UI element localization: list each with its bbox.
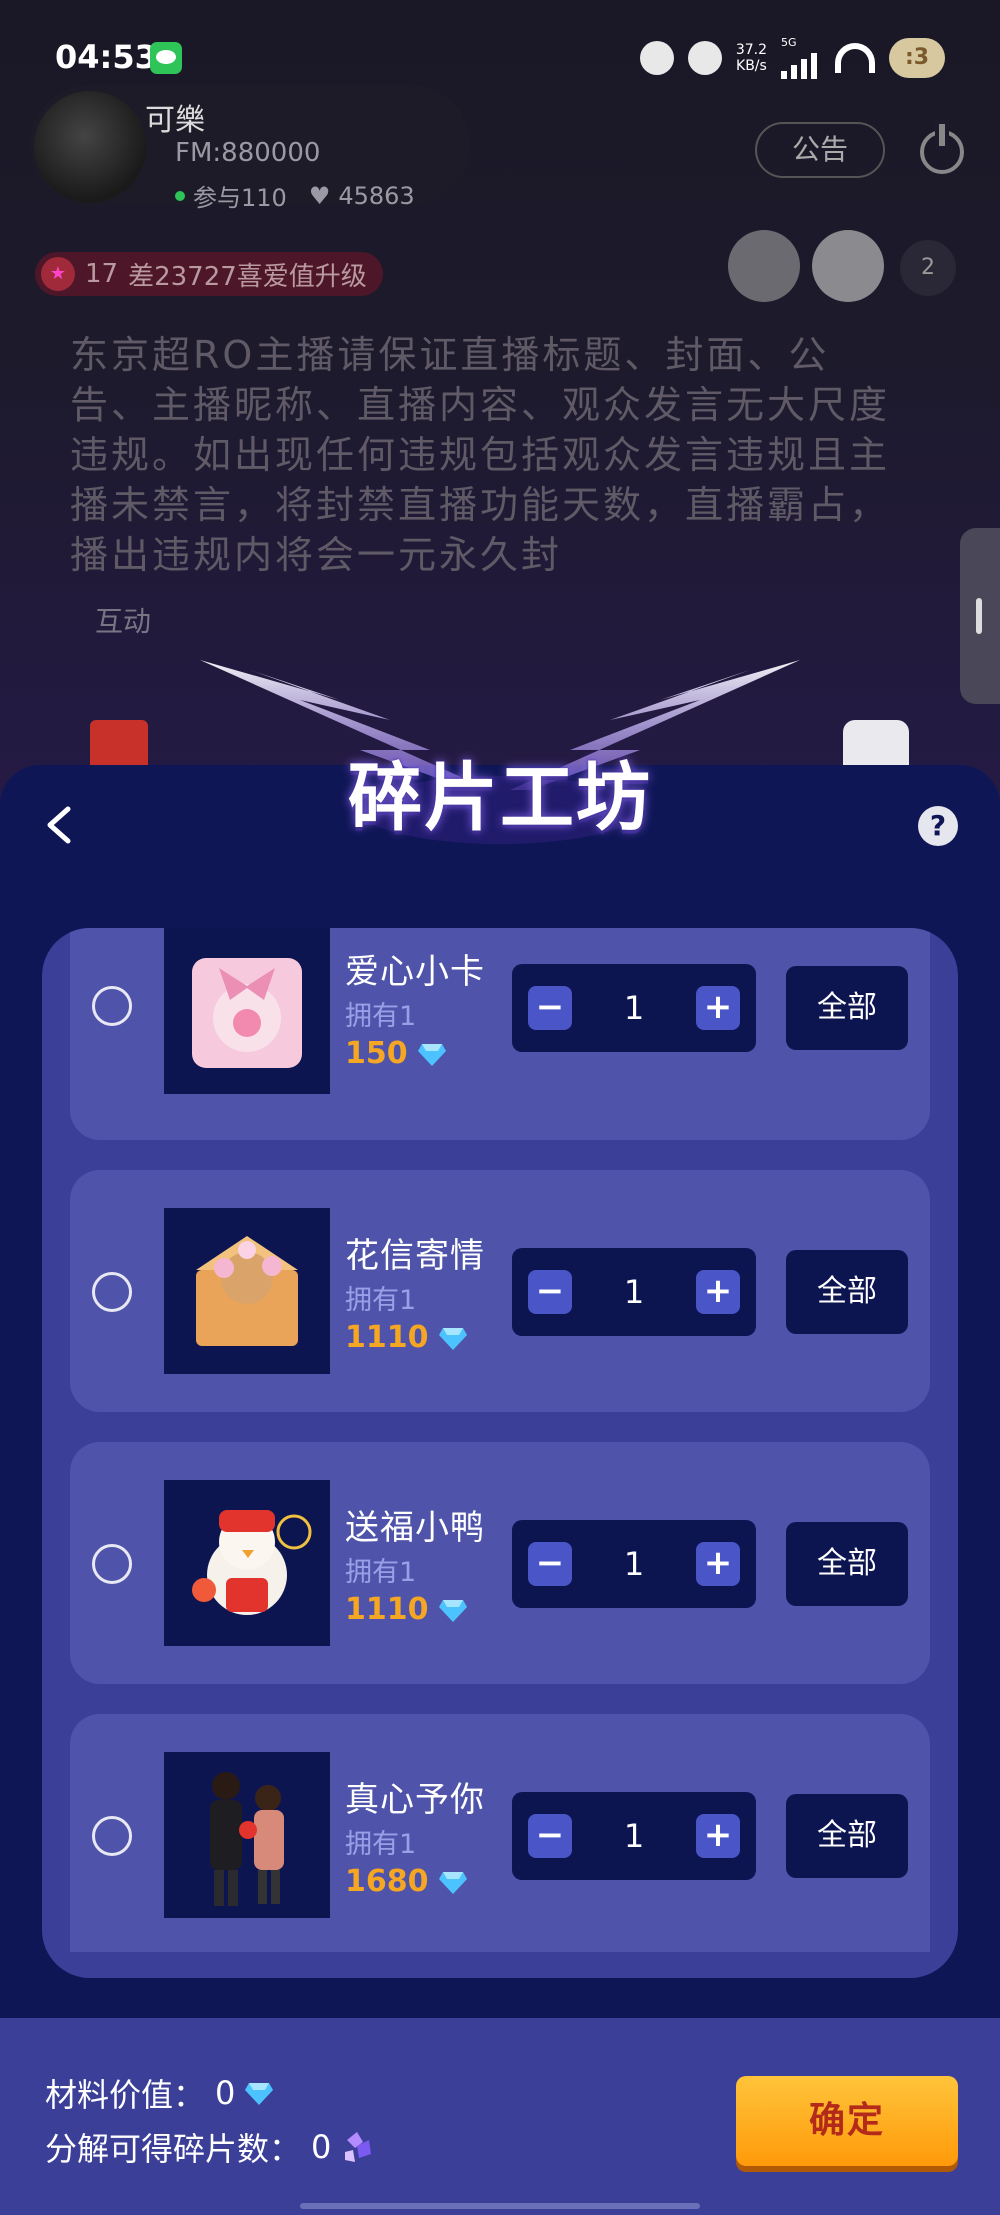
help-icon[interactable]: ? bbox=[918, 806, 958, 846]
item-name: 爱心小卡 bbox=[345, 952, 485, 992]
host-stats: 参与110 ♥ 45863 bbox=[175, 178, 415, 213]
list-item[interactable]: 送福小鸭 拥有1 1110 − 1 + 全部 bbox=[70, 1442, 930, 1684]
diamond-icon bbox=[417, 1043, 446, 1066]
interact-label: 互动 bbox=[95, 605, 152, 638]
list-item[interactable]: 花信寄情 拥有1 1110 − 1 + 全部 bbox=[70, 1170, 930, 1412]
item-name: 花信寄情 bbox=[345, 1236, 485, 1276]
shard-icon bbox=[345, 2132, 372, 2162]
network-speed: 37.2 KB/s bbox=[735, 41, 767, 74]
level-progress-bar[interactable]: ★ 17 差23727喜爱值升级 bbox=[35, 252, 383, 296]
status-icons: 37.2 KB/s 5G :3 bbox=[639, 36, 945, 79]
item-name: 送福小鸭 bbox=[345, 1508, 485, 1548]
diamond-icon bbox=[438, 1871, 467, 1894]
panel-title: 碎片工坊 bbox=[348, 755, 652, 841]
item-price: 150 bbox=[345, 1036, 446, 1071]
quantity-value: 1 bbox=[623, 1817, 645, 1855]
increase-button[interactable]: + bbox=[696, 1542, 740, 1586]
increase-button[interactable]: + bbox=[696, 1814, 740, 1858]
item-price-value: 1680 bbox=[345, 1864, 429, 1899]
select-radio[interactable] bbox=[92, 1272, 132, 1312]
wechat-icon bbox=[150, 42, 182, 74]
signal-group: 5G bbox=[781, 36, 821, 79]
back-arrow-icon[interactable] bbox=[40, 805, 80, 845]
quantity-value: 1 bbox=[623, 1545, 645, 1583]
select-all-button[interactable]: 全部 bbox=[786, 1522, 908, 1606]
status-bar: 04:53 37.2 KB/s 5G :3 bbox=[0, 0, 1000, 80]
decrease-button[interactable]: − bbox=[528, 1542, 572, 1586]
participants-count: 参与110 bbox=[193, 184, 287, 212]
quantity-stepper: − 1 + bbox=[512, 1248, 756, 1336]
home-indicator[interactable] bbox=[300, 2203, 700, 2209]
viewer-avatar[interactable] bbox=[728, 230, 800, 302]
signal-icon bbox=[781, 49, 821, 79]
level-badge: 17 bbox=[85, 259, 119, 289]
item-price-value: 1110 bbox=[345, 1320, 429, 1355]
item-name: 真心予你 bbox=[345, 1780, 485, 1820]
cat-icon bbox=[687, 40, 722, 75]
online-dot-icon bbox=[175, 190, 185, 201]
shards-value: 0 bbox=[311, 2128, 332, 2166]
item-thumbnail bbox=[164, 1752, 330, 1918]
host-name: 可樂 bbox=[145, 103, 205, 138]
decrease-button[interactable]: − bbox=[528, 1270, 572, 1314]
select-all-button[interactable]: 全部 bbox=[786, 1794, 908, 1878]
shards-row: 分解可得碎片数： 0 bbox=[45, 2124, 375, 2170]
quantity-value: 1 bbox=[623, 1273, 645, 1311]
wifi-icon bbox=[835, 42, 875, 73]
network-type: 5G bbox=[781, 36, 797, 49]
quantity-value: 1 bbox=[623, 989, 645, 1027]
viewer-avatar[interactable] bbox=[812, 230, 884, 302]
select-radio[interactable] bbox=[92, 986, 132, 1026]
decrease-button[interactable]: − bbox=[528, 1814, 572, 1858]
item-price: 1110 bbox=[345, 1592, 467, 1627]
star-icon: ★ bbox=[41, 257, 75, 291]
list-item[interactable]: 真心予你 拥有1 1680 − 1 + 全部 bbox=[70, 1714, 930, 1952]
power-icon[interactable] bbox=[920, 124, 964, 174]
item-list[interactable]: 爱心小卡 拥有1 150 − 1 + 全部 花信寄情 拥有1 1110 − 1 … bbox=[42, 928, 958, 1978]
material-value: 0 bbox=[215, 2074, 236, 2112]
select-all-button[interactable]: 全部 bbox=[786, 1250, 908, 1334]
increase-button[interactable]: + bbox=[696, 1270, 740, 1314]
level-progress-text: 差23727喜爱值升级 bbox=[128, 261, 367, 292]
item-thumbnail bbox=[164, 928, 330, 1094]
item-price: 1110 bbox=[345, 1320, 467, 1355]
mushroom-icon bbox=[639, 40, 674, 75]
quantity-stepper: − 1 + bbox=[512, 964, 756, 1052]
item-thumbnail bbox=[164, 1208, 330, 1374]
select-radio[interactable] bbox=[92, 1816, 132, 1856]
material-value-row: 材料价值： 0 bbox=[45, 2070, 274, 2116]
heart-icon: ♥ bbox=[308, 181, 331, 210]
diamond-icon bbox=[245, 2083, 274, 2105]
avatar-badge-icon: :3 bbox=[889, 37, 945, 78]
select-radio[interactable] bbox=[92, 1544, 132, 1584]
notice-button[interactable]: 公告 bbox=[755, 122, 885, 178]
likes-count: 45863 bbox=[338, 181, 415, 210]
viewer-count[interactable]: 2 bbox=[900, 240, 956, 296]
host-avatar[interactable] bbox=[34, 91, 146, 203]
status-time: 04:53 bbox=[55, 38, 157, 76]
list-item[interactable]: 爱心小卡 拥有1 150 − 1 + 全部 bbox=[70, 928, 930, 1140]
item-price: 1680 bbox=[345, 1864, 467, 1899]
quantity-stepper: − 1 + bbox=[512, 1792, 756, 1880]
confirm-button[interactable]: 确定 bbox=[736, 2076, 958, 2166]
item-price-value: 150 bbox=[345, 1036, 408, 1071]
host-id: FM:880000 bbox=[175, 138, 321, 168]
shards-label: 分解可得碎片数： bbox=[45, 2130, 302, 2168]
item-owned: 拥有1 bbox=[345, 1557, 417, 1588]
select-all-button[interactable]: 全部 bbox=[786, 966, 908, 1050]
side-drawer-handle[interactable] bbox=[960, 528, 1000, 704]
material-value-label: 材料价值： bbox=[45, 2076, 206, 2114]
diamond-icon bbox=[438, 1599, 467, 1622]
decrease-button[interactable]: − bbox=[528, 986, 572, 1030]
room-rules-text: 东京超RO主播请保证直播标题、封面、公告、主播昵称、直播内容、观众发言无大尺度违… bbox=[70, 333, 891, 577]
item-owned: 拥有1 bbox=[345, 1001, 417, 1032]
diamond-icon bbox=[438, 1327, 467, 1350]
item-owned: 拥有1 bbox=[345, 1285, 417, 1316]
increase-button[interactable]: + bbox=[696, 986, 740, 1030]
item-price-value: 1110 bbox=[345, 1592, 429, 1627]
quantity-stepper: − 1 + bbox=[512, 1520, 756, 1608]
item-owned: 拥有1 bbox=[345, 1829, 417, 1860]
item-thumbnail bbox=[164, 1480, 330, 1646]
